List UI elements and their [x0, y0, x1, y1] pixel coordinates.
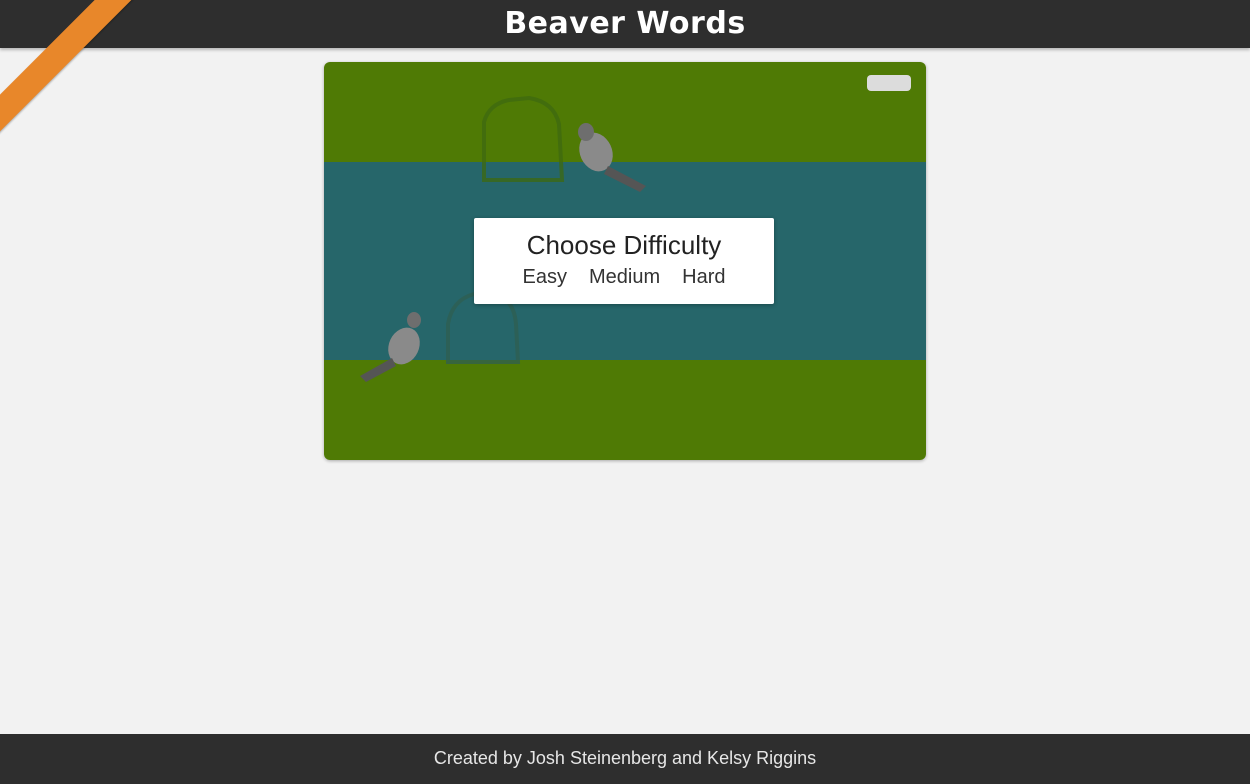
footer: Created by Josh Steinenberg and Kelsy Ri…: [0, 734, 1250, 784]
footer-credits: Created by Josh Steinenberg and Kelsy Ri…: [433, 748, 817, 768]
pause-button[interactable]: [867, 75, 911, 91]
difficulty-medium-button[interactable]: Medium: [589, 264, 660, 290]
top-bar: Beaver Words: [0, 0, 1250, 48]
top-beaver-icon: [578, 123, 646, 192]
difficulty-options: Easy Medium Hard: [474, 264, 774, 290]
game-canvas[interactable]: Choose Difficulty Easy Medium Hard: [324, 62, 926, 460]
difficulty-hard-button[interactable]: Hard: [682, 264, 725, 290]
page-title: Beaver Words: [504, 6, 746, 41]
bottom-beaver-icon: [360, 312, 421, 382]
difficulty-dialog: Choose Difficulty Easy Medium Hard: [474, 218, 774, 304]
difficulty-easy-button[interactable]: Easy: [523, 264, 567, 290]
top-lodge-icon: [482, 95, 565, 182]
bottom-lodge-icon: [446, 292, 521, 364]
difficulty-title: Choose Difficulty: [526, 230, 722, 260]
